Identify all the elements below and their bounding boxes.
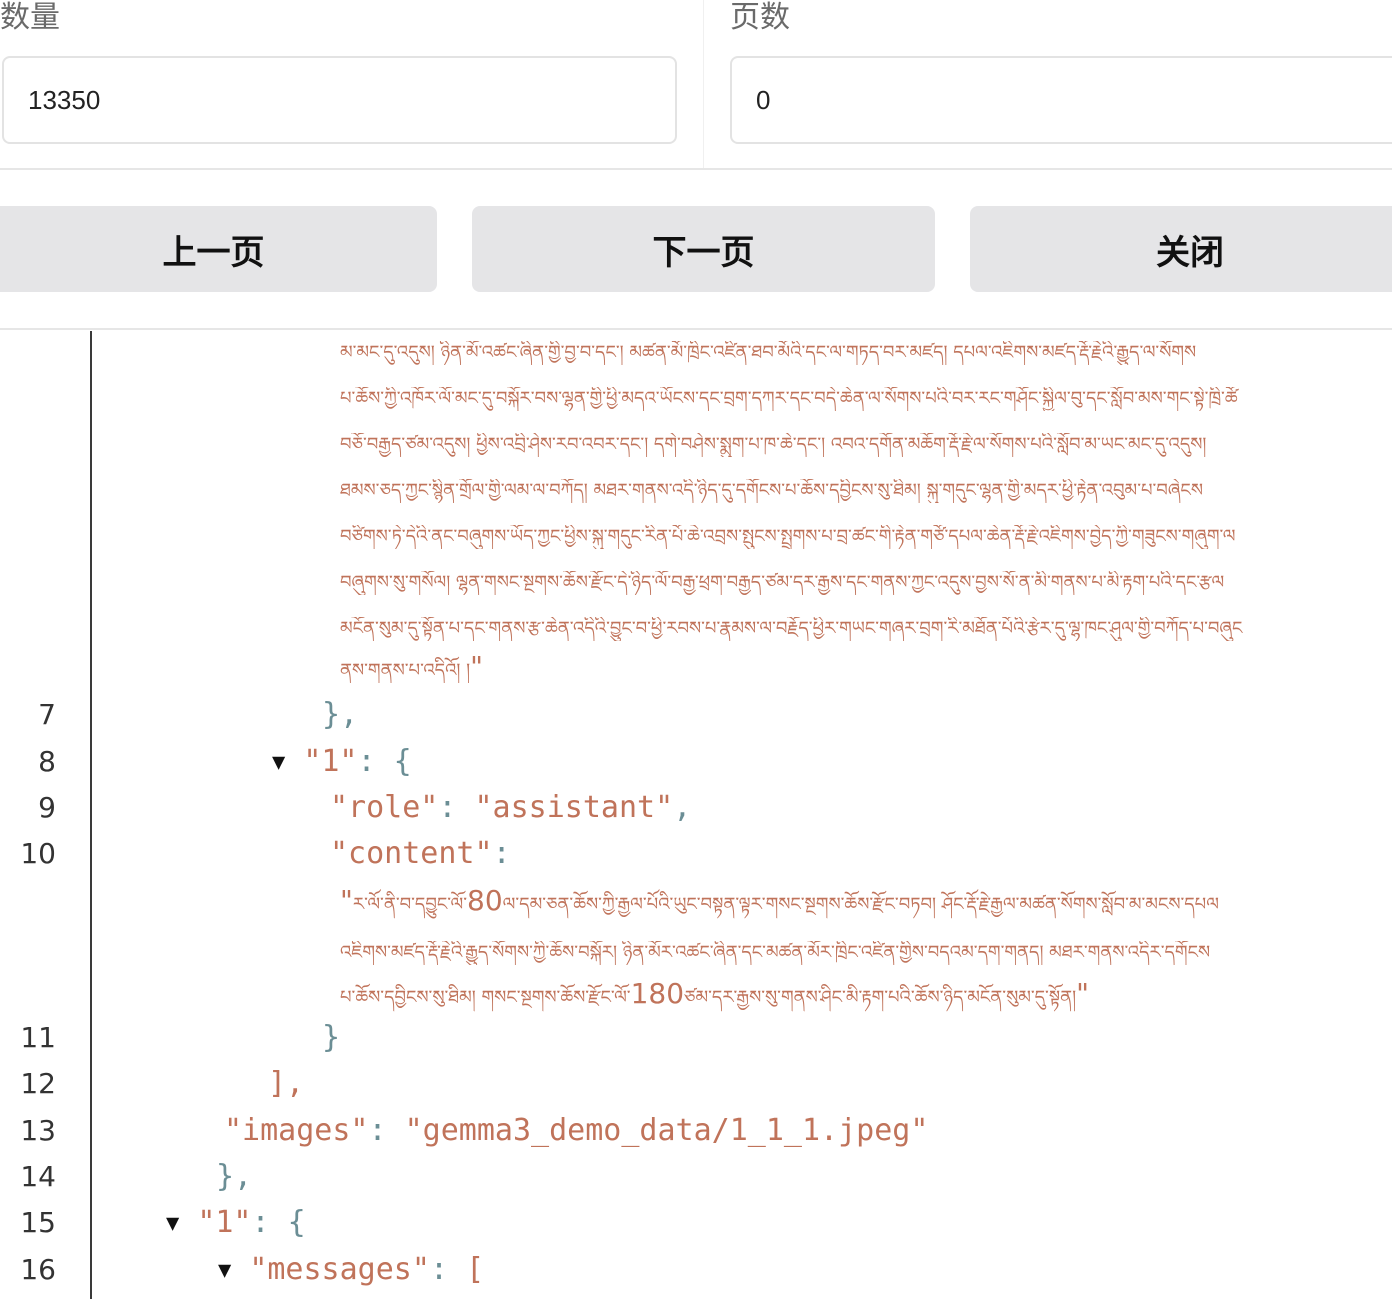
colon: : [438,790,457,825]
string-close-quote: " [470,655,484,683]
tibetan-text-line: བཞུགས་སུ་གསོལ། ལྷན་གསང་སྔགས་ཆོས་རྫོང་དེ་… [340,572,1225,593]
code-line-11: } [322,1021,340,1055]
line-number: 10 [20,837,56,870]
tibetan-text-line: བཅོ་བརྒྱད་ཙམ་འདུས། ཕྱིས་འབྲི་ཤེས་རབ་འབར་… [340,434,1207,455]
code-line-13: "images": "gemma3_demo_data/1_1_1.jpeg" [224,1114,928,1148]
code-line-7: }, [322,698,358,732]
code-line-9: "role": "assistant", [330,791,691,825]
line-number: 11 [20,1021,56,1054]
colon: : [492,836,511,871]
tibetan-content-line: འཇིགས་མཛད་རྡོ་རྗེའི་རྒྱུད་སོགས་ཀྱི་ཆོས་བ… [340,942,1211,963]
pages-label: 页数 [730,0,790,35]
tibetan-text-line: པ་ཆོས་ཀྱི་འཁོར་ལོ་མང་དུ་བསྐོར་བས་ལྷན་གྱི… [340,388,1238,409]
code-line-8: ▼ "1": { [272,745,412,780]
tibetan-text-line: ནས་གནས་པ་འདིའོ། །" [340,655,740,683]
collapse-triangle-icon[interactable]: ▼ [272,746,285,780]
line-number: 12 [20,1067,56,1100]
json-key-messages: "messages" [249,1252,430,1287]
code-line-14: }, [216,1160,252,1194]
pages-input[interactable]: 0 [730,56,1392,144]
brace-close: }, [322,697,359,732]
json-key: "1" [197,1205,252,1240]
close-brace: } [322,1020,341,1055]
form-divider [0,168,1392,170]
colon: : [429,1252,448,1287]
next-page-button[interactable]: 下一页 [472,206,935,292]
tibetan-text-line: ཐམས་ཅད་ཀྱང་སྙིན་གྲོལ་གྱི་ལམ་ལ་བཀོད། མཐར་… [340,480,1203,501]
tibetan-content-line: "ར་ལོ་ནི་བ་དབྱུང་ལོ་80ལ་དམ་ཅན་ཆོས་ཀྱི་རྒ… [340,883,1380,923]
line-number: 8 [38,745,56,778]
tibetan-text: ལ་དམ་ཅན་ཆོས་ཀྱི་རྒྱལ་པོའི་ཡུང་བསྟན་ལྟར་ག… [502,894,1219,915]
code-top-divider [0,328,1392,330]
collapse-triangle-icon[interactable]: ▼ [218,1254,231,1288]
gutter-line [90,331,92,1299]
line-number: 13 [20,1114,56,1147]
line-number: 16 [20,1253,56,1286]
tibetan-text-tail: ནས་གནས་པ་འདིའོ། ། [340,660,471,681]
quantity-input[interactable]: 13350 [2,56,677,144]
open-bracket: [ [466,1252,485,1287]
close-bracket: ], [268,1066,305,1101]
code-line-15: ▼ "1": { [166,1206,306,1241]
json-key-content: "content" [330,836,493,871]
column-divider [703,0,704,168]
string-open-quote: " [340,884,353,917]
comma: , [673,790,692,825]
tibetan-content-line: པ་ཆོས་དབྱིངས་སུ་ཐིམ། གསང་སྔགས་ཆོས་རྫོང་ལ… [340,976,1380,1016]
tibetan-text-line: མ་མང་དུ་འདུས། ཉིན་མོ་འཚང་ཞིན་གྱི་བྱ་བ་དང… [340,342,1197,363]
collapse-triangle-icon[interactable]: ▼ [166,1207,179,1241]
colon: : [251,1205,270,1240]
json-value-role: "assistant" [474,790,674,825]
json-viewer[interactable]: མ་མང་དུ་འདུས། ཉིན་མོ་འཚང་ཞིན་གྱི་བྱ་བ་དང… [0,331,1392,1299]
line-number: 14 [20,1160,56,1193]
json-key-role: "role" [330,790,439,825]
json-key-images: "images" [224,1113,369,1148]
json-value-images: "gemma3_demo_data/1_1_1.jpeg" [404,1113,929,1148]
colon: : [368,1113,387,1148]
tibetan-text: ཙམ་དར་རྒྱས་སུ་གནས་ཤིང་མི་རྟག་པའི་ཆོས་ཉིད… [684,987,1077,1008]
open-brace: { [287,1205,306,1240]
tibetan-number: 80 [467,884,503,917]
brace-close: }, [216,1159,253,1194]
tibetan-text: པ་ཆོས་དབྱིངས་སུ་ཐིམ། གསང་སྔགས་ཆོས་རྫོང་ལ… [340,987,631,1008]
prev-page-button[interactable]: 上一页 [0,206,437,292]
colon: : [357,744,376,779]
tibetan-text: ར་ལོ་ནི་བ་དབྱུང་ལོ་ [352,894,468,915]
line-number: 9 [38,791,56,824]
json-key: "1" [303,744,358,779]
string-close-quote: " [1076,977,1089,1010]
close-button[interactable]: 关闭 [970,206,1392,292]
tibetan-number: 180 [630,977,685,1010]
code-line-10: "content": [330,837,511,871]
code-line-12: ], [268,1067,304,1101]
line-number: 15 [20,1206,56,1239]
code-line-16: ▼ "messages": [ [218,1253,484,1288]
tibetan-text-line: མངོན་སུམ་དུ་སྟོན་པ་དང་གནས་རྩ་ཆེན་འདིའི་བ… [340,618,1243,639]
tibetan-text-line: བཙིགས་ཏེ་དེའི་ནང་བཞུགས་ཡོད་ཀྱང་ཕྱིས་སྐུ་… [340,526,1236,547]
open-brace: { [393,744,412,779]
quantity-label: 数量 [0,0,60,35]
line-number: 7 [38,698,56,731]
